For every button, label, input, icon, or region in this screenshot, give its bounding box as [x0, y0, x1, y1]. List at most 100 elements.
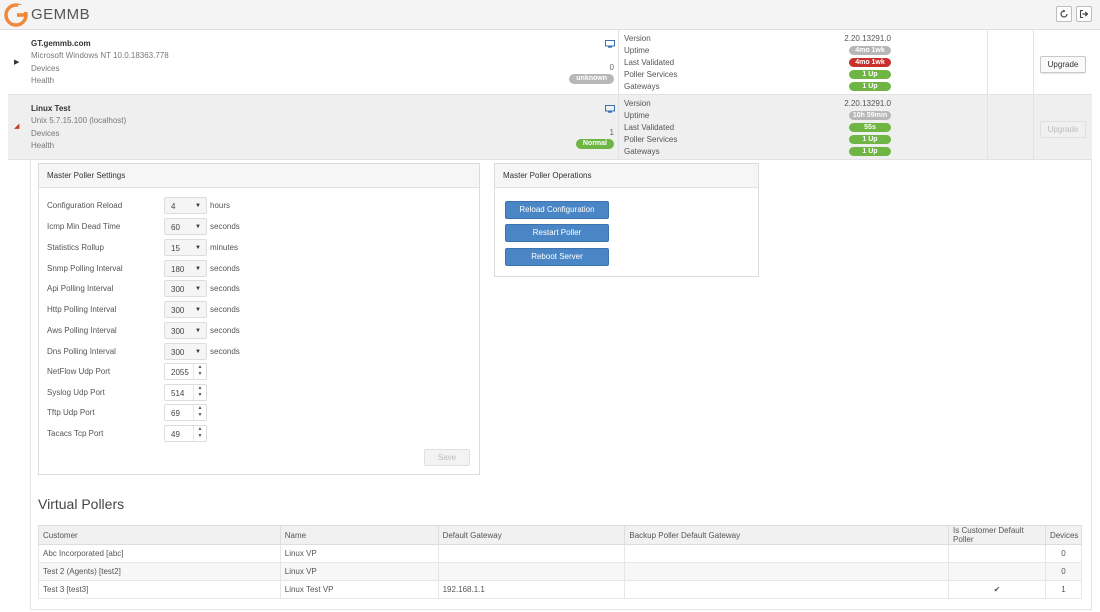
- port-label: Syslog Udp Port: [47, 388, 105, 397]
- column-header[interactable]: Backup Poller Default Gateway: [624, 525, 950, 545]
- table-row[interactable]: Abc Incorporated [abc] Linux VP 0: [38, 544, 1083, 563]
- chevron-down-icon: ▼: [195, 266, 201, 272]
- setting-select[interactable]: 300 ▼: [164, 280, 207, 297]
- port-stepper[interactable]: 514 ▲ ▼: [164, 384, 207, 401]
- name-cell: Linux Test VP: [279, 580, 439, 599]
- setting-select[interactable]: 4 ▼: [164, 197, 207, 214]
- table-row[interactable]: Test 3 [test3] Linux Test VP 192.168.1.1…: [38, 580, 1083, 599]
- reboot-server-button[interactable]: Reboot Server: [505, 248, 609, 266]
- stepper-arrows-icon[interactable]: ▲ ▼: [193, 426, 206, 441]
- column-header[interactable]: Is Customer Default Poller: [948, 525, 1046, 545]
- collapse-caret-icon[interactable]: ◢: [14, 122, 19, 130]
- computer-icon: [605, 40, 615, 48]
- gemmb-logo-icon: [4, 3, 28, 27]
- setting-value: 300: [171, 306, 185, 315]
- column-header[interactable]: Devices: [1044, 525, 1083, 545]
- port-value: 49: [171, 430, 180, 439]
- settings-panel-title: Master Poller Settings: [39, 164, 479, 188]
- last-validated-badge: 55s: [849, 123, 891, 132]
- poller-row[interactable]: ▶ GT.gemmb.com Microsoft Windows NT 10.0…: [8, 30, 1092, 95]
- customer-cell: Test 2 (Agents) [test2]: [38, 562, 281, 581]
- last-validated-label: Last Validated: [624, 123, 675, 132]
- uptime-label: Uptime: [624, 111, 650, 120]
- poller-name: GT.gemmb.com: [31, 39, 91, 48]
- backup-gateway-cell: [624, 544, 950, 563]
- virtual-pollers-table: Customer Name Default Gateway Backup Pol…: [38, 525, 1083, 599]
- setting-select[interactable]: 300 ▼: [164, 301, 207, 318]
- save-button[interactable]: Save: [424, 449, 470, 466]
- upgrade-button[interactable]: Upgrade: [1040, 121, 1086, 138]
- setting-value: 4: [171, 202, 176, 211]
- setting-row: Configuration Reload 4 ▼ hours: [47, 197, 477, 215]
- devices-cell: 0: [1044, 544, 1083, 563]
- row-spacer: [988, 95, 1034, 159]
- stepper-arrows-icon[interactable]: ▲ ▼: [193, 364, 206, 379]
- name-cell: Linux VP: [279, 544, 439, 563]
- master-poller-settings-panel: Master Poller Settings Configuration Rel…: [38, 163, 480, 475]
- chevron-down-icon: ▼: [195, 349, 201, 355]
- setting-value: 15: [171, 244, 180, 253]
- port-stepper[interactable]: 2055 ▲ ▼: [164, 363, 207, 380]
- setting-select[interactable]: 180 ▼: [164, 260, 207, 277]
- port-row: NetFlow Udp Port 2055 ▲ ▼: [47, 363, 477, 381]
- devices-count: 0: [609, 63, 614, 72]
- setting-select[interactable]: 60 ▼: [164, 218, 207, 235]
- gateway-cell: [437, 544, 626, 563]
- column-header[interactable]: Customer: [38, 525, 281, 545]
- setting-select[interactable]: 300 ▼: [164, 343, 207, 360]
- setting-value: 300: [171, 285, 185, 294]
- port-label: NetFlow Udp Port: [47, 367, 111, 376]
- computer-icon: [605, 105, 615, 113]
- operations-panel-title: Master Poller Operations: [495, 164, 758, 188]
- upgrade-button[interactable]: Upgrade: [1040, 56, 1086, 73]
- setting-unit: seconds: [210, 264, 240, 273]
- poller-services-badge: 1 Up: [849, 70, 891, 79]
- setting-unit: seconds: [210, 284, 240, 293]
- gateways-label: Gateways: [624, 82, 660, 91]
- setting-row: Icmp Min Dead Time 60 ▼ seconds: [47, 218, 477, 236]
- poller-version-info: Version 2.20.13291.0 Uptime 10h 59min Last…: [618, 95, 988, 159]
- devices-count: 1: [609, 128, 614, 137]
- customer-cell: Test 3 [test3]: [38, 580, 281, 599]
- port-stepper[interactable]: 49 ▲ ▼: [164, 425, 207, 442]
- logout-icon: [1079, 9, 1089, 19]
- stepper-arrows-icon[interactable]: ▲ ▼: [193, 385, 206, 400]
- chevron-down-icon: ▼: [195, 203, 201, 209]
- poller-row[interactable]: ◢ Linux Test Unix 5.7.15.100 (localhost)…: [8, 95, 1092, 160]
- last-validated-label: Last Validated: [624, 58, 675, 67]
- version-label: Version: [624, 34, 651, 43]
- setting-select[interactable]: 15 ▼: [164, 239, 207, 256]
- column-header[interactable]: Name: [279, 525, 439, 545]
- poller-os: Unix 5.7.15.100 (localhost): [31, 116, 127, 125]
- setting-value: 180: [171, 265, 185, 274]
- chevron-down-icon: ▼: [195, 328, 201, 334]
- port-row: Syslog Udp Port 514 ▲ ▼: [47, 384, 477, 402]
- expand-caret-icon[interactable]: ▶: [14, 58, 19, 66]
- port-stepper[interactable]: 69 ▲ ▼: [164, 404, 207, 421]
- setting-select[interactable]: 300 ▼: [164, 322, 207, 339]
- setting-value: 60: [171, 223, 180, 232]
- gateways-badge: 1 Up: [849, 82, 891, 91]
- logout-button[interactable]: [1076, 6, 1092, 22]
- column-header[interactable]: Default Gateway: [437, 525, 626, 545]
- table-row[interactable]: Test 2 (Agents) [test2] Linux VP 0: [38, 562, 1083, 581]
- reload-configuration-button[interactable]: Reload Configuration: [505, 201, 609, 219]
- chevron-down-icon: ▼: [195, 224, 201, 230]
- refresh-button[interactable]: [1056, 6, 1072, 22]
- table-header-row: Customer Name Default Gateway Backup Pol…: [38, 525, 1083, 545]
- virtual-pollers-title: Virtual Pollers: [38, 496, 125, 512]
- gateways-label: Gateways: [624, 147, 660, 156]
- stepper-arrows-icon[interactable]: ▲ ▼: [193, 405, 206, 420]
- version-value: 2.20.13291.0: [844, 34, 891, 43]
- setting-unit: seconds: [210, 347, 240, 356]
- name-cell: Linux VP: [279, 562, 439, 581]
- restart-poller-button[interactable]: Restart Poller: [505, 224, 609, 242]
- poller-services-label: Poller Services: [624, 135, 678, 144]
- setting-label: Http Polling Interval: [47, 305, 117, 314]
- devices-label: Devices: [31, 64, 60, 73]
- setting-label: Icmp Min Dead Time: [47, 222, 121, 231]
- port-value: 514: [171, 389, 185, 398]
- devices-cell: 1: [1044, 580, 1083, 599]
- health-badge: Normal: [575, 139, 614, 149]
- poller-name: Linux Test: [31, 104, 71, 113]
